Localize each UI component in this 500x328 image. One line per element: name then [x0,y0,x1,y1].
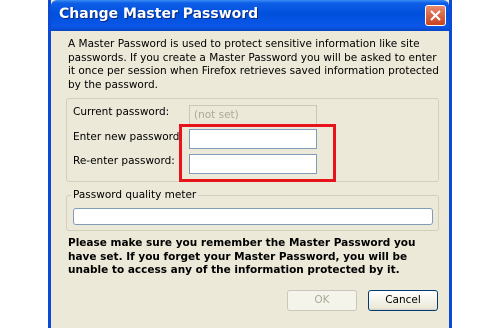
password-quality-meter [73,208,433,225]
change-master-password-dialog: Change Master Password A Master Password… [48,0,452,328]
quality-meter-label: Password quality meter [71,189,199,201]
reenter-password-field[interactable] [189,154,317,174]
cancel-button[interactable]: Cancel [368,290,438,311]
dialog-title: Change Master Password [59,6,259,22]
current-password-field [189,105,317,125]
new-password-field[interactable] [189,129,317,149]
ok-button[interactable]: OK [287,290,357,311]
close-icon [430,10,441,21]
description-text: A Master Password is used to protect sen… [68,38,439,91]
warning-text: Please make sure you remember the Master… [68,237,416,276]
title-bar[interactable]: Change Master Password [51,0,449,31]
new-password-label: Enter new password: [73,131,183,143]
close-button[interactable] [425,5,446,26]
reenter-password-label: Re-enter password: [73,155,175,167]
current-password-label: Current password: [73,106,170,118]
